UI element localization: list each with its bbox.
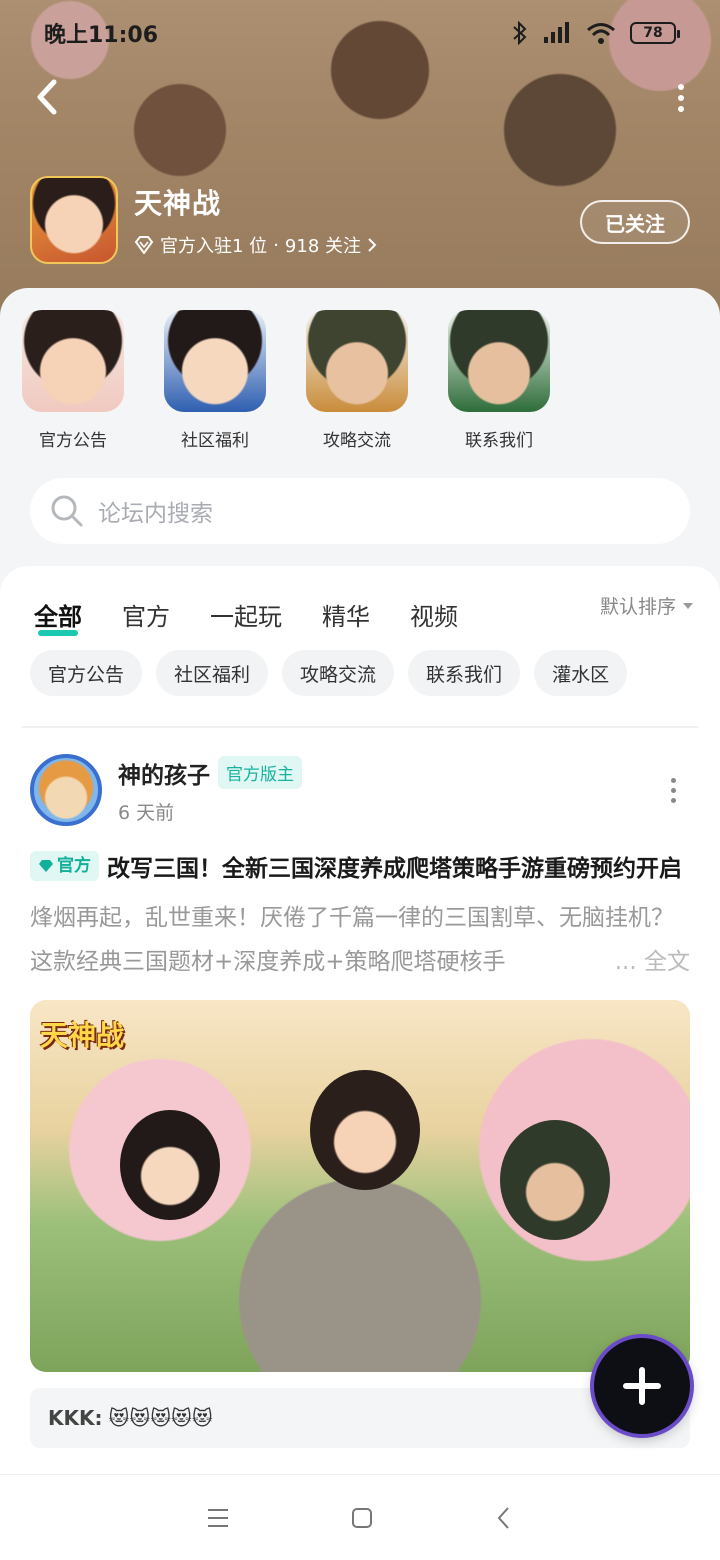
tab-official[interactable]: 官方	[122, 597, 170, 632]
section-official-announcement[interactable]: 官方公告	[22, 310, 164, 451]
section-thumbnail	[22, 310, 124, 412]
chevron-right-icon	[368, 238, 377, 252]
sort-dropdown[interactable]: 默认排序	[600, 592, 694, 619]
follow-button[interactable]: 已关注	[580, 200, 690, 244]
chip-community-welfare[interactable]: 社区福利	[156, 650, 269, 696]
chip-strategy[interactable]: 攻略交流	[282, 650, 395, 696]
sort-label: 默认排序	[599, 596, 676, 618]
plus-icon	[623, 1367, 661, 1405]
tab-play-together[interactable]: 一起玩	[210, 597, 282, 632]
chip-contact-us[interactable]: 联系我们	[408, 650, 521, 696]
menu-icon[interactable]	[206, 1507, 230, 1529]
chip-chat-zone[interactable]: 灌水区	[534, 650, 628, 696]
section-label: 攻略交流	[323, 431, 391, 451]
post-time: 6 天前	[118, 801, 175, 824]
forum-sections: 官方公告 社区福利 攻略交流 联系我们 论坛内搜索	[0, 288, 720, 588]
game-logo[interactable]	[30, 176, 118, 264]
official-count: 官方入驻1 位	[160, 236, 268, 257]
section-community-welfare[interactable]: 社区福利	[164, 310, 306, 451]
wifi-icon	[587, 23, 615, 44]
post-feed: 全部 官方 一起玩 精华 视频 默认排序 官方公告 社区福利 攻略交流 联系我们…	[0, 566, 720, 1476]
more-options-button[interactable]	[676, 84, 686, 112]
meta-separator: ·	[273, 234, 279, 256]
moderator-badge: 官方版主	[218, 756, 302, 789]
section-thumbnail	[164, 310, 266, 412]
post-title-text: 改写三国！全新三国深度养成爬塔策略手游重磅预约开启	[107, 856, 682, 882]
category-chips: 官方公告 社区福利 攻略交流 联系我们 灌水区	[0, 632, 720, 696]
tab-all[interactable]: 全部	[34, 597, 82, 636]
post-excerpt-text: 烽烟再起，乱世重来！厌倦了千篇一律的三国割草、无脑挂机？这款经典三国题材+深度养…	[30, 905, 674, 975]
caret-down-icon	[683, 602, 693, 609]
back-nav-icon[interactable]	[494, 1505, 514, 1531]
character-figure	[500, 1120, 610, 1240]
official-tag-label: 官方	[57, 856, 91, 876]
section-label: 社区福利	[181, 431, 249, 451]
avatar[interactable]	[30, 754, 102, 826]
section-thumbnail	[306, 310, 408, 412]
tab-featured[interactable]: 精华	[322, 597, 370, 632]
read-full-link[interactable]: ... 全文	[608, 940, 690, 984]
section-contact-us[interactable]: 联系我们	[448, 310, 590, 451]
back-button[interactable]	[30, 74, 70, 120]
post-author[interactable]: 神的孩子	[118, 756, 210, 790]
search-icon	[51, 495, 83, 527]
section-strategy[interactable]: 攻略交流	[306, 310, 448, 451]
feed-tabs: 全部 官方 一起玩 精华 视频 默认排序	[0, 566, 720, 636]
heart-diamond-icon	[39, 860, 53, 872]
bluetooth-icon	[513, 21, 527, 45]
game-info: 天神战 官方入驻1 位 · 918 关注	[30, 176, 377, 264]
create-post-button[interactable]	[594, 1338, 690, 1434]
comment-text: 😻😻😻😻😻	[108, 1406, 213, 1430]
comment-preview[interactable]: KKK: 😻😻😻😻😻	[30, 1388, 690, 1448]
game-logo-text: 天神战	[40, 1019, 125, 1052]
system-nav-bar	[0, 1474, 720, 1560]
post-card[interactable]: 神的孩子 官方版主 6 天前 官方 改写三国！全新三国深度养成爬塔策略手游重磅预…	[0, 728, 720, 1372]
character-figure	[120, 1110, 220, 1220]
follow-count: 918 关注	[284, 236, 361, 257]
battery-icon: 78	[630, 22, 680, 44]
tab-video[interactable]: 视频	[410, 597, 458, 632]
character-figure	[310, 1070, 420, 1190]
battery-level: 78	[643, 25, 663, 41]
comment-user: KKK:	[48, 1406, 103, 1430]
section-label: 联系我们	[465, 431, 533, 451]
post-more-button[interactable]	[668, 778, 678, 808]
game-name: 天神战	[134, 187, 222, 220]
section-thumbnail	[448, 310, 550, 412]
signal-icon	[544, 22, 569, 43]
post-title[interactable]: 官方 改写三国！全新三国深度养成爬塔策略手游重磅预约开启	[30, 848, 690, 890]
chip-official-announcement[interactable]: 官方公告	[30, 650, 143, 696]
forum-search-bar[interactable]: 论坛内搜索	[30, 478, 690, 544]
status-time: 晚上11:06	[44, 23, 159, 48]
post-image[interactable]: 天神战	[30, 1000, 690, 1372]
diamond-icon	[134, 236, 154, 254]
chevron-left-icon	[37, 79, 57, 115]
official-tag: 官方	[30, 851, 99, 881]
status-bar: 晚上11:06 78	[0, 0, 720, 66]
home-icon[interactable]	[350, 1506, 374, 1530]
post-excerpt[interactable]: 烽烟再起，乱世重来！厌倦了千篇一律的三国割草、无脑挂机？这款经典三国题材+深度养…	[30, 896, 690, 984]
search-placeholder: 论坛内搜索	[98, 501, 213, 527]
section-label: 官方公告	[39, 431, 107, 451]
game-meta[interactable]: 官方入驻1 位 · 918 关注	[134, 232, 377, 258]
